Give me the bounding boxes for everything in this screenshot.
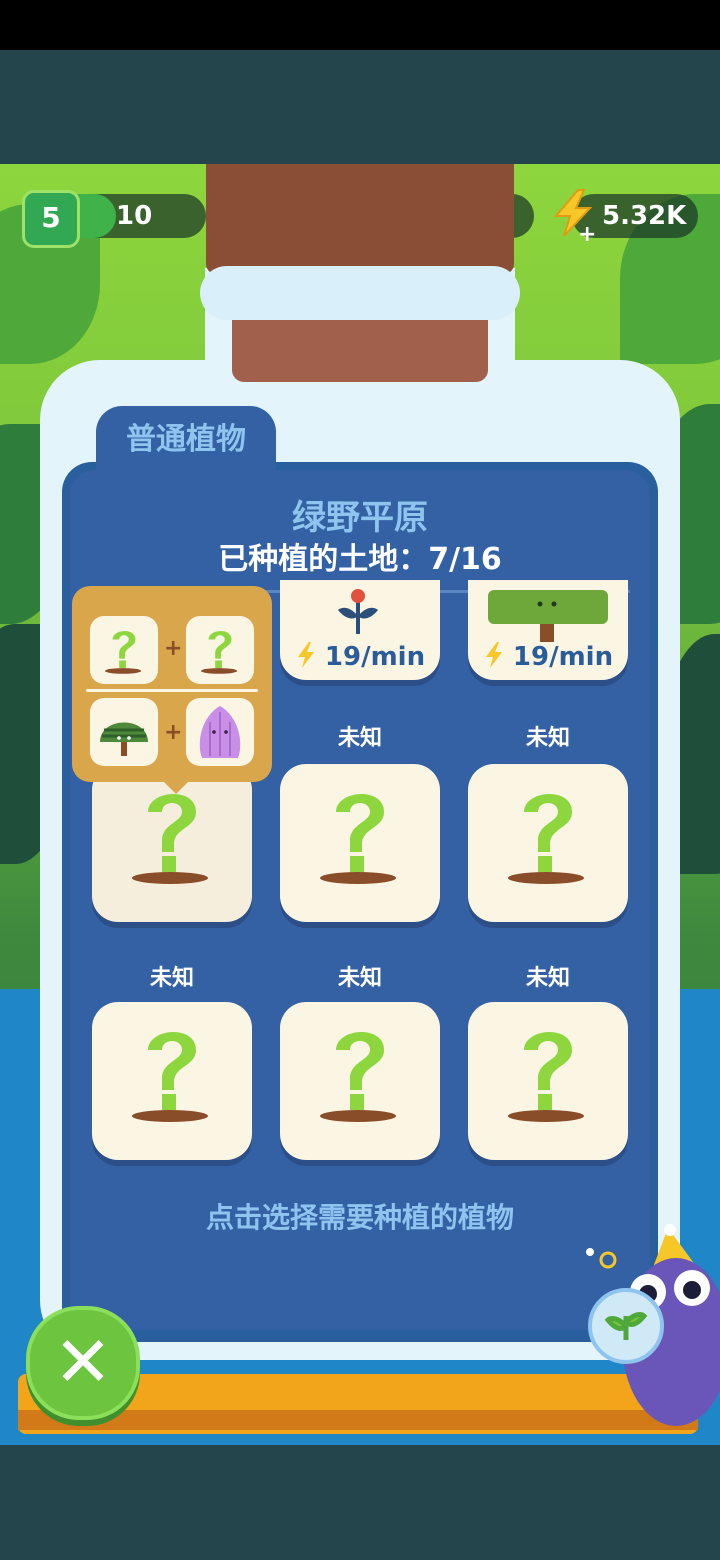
plant-name-label: 未知: [525, 966, 570, 991]
add-energy-icon[interactable]: +: [578, 224, 596, 246]
popup-divider: [86, 689, 258, 692]
planted-count: 已种植的土地：7/16: [218, 542, 502, 577]
plant-name-label: 未知: [149, 966, 194, 991]
bottom-background: [0, 1445, 720, 1560]
recipe-ingredient: [90, 698, 158, 766]
question-sprout-icon: [132, 1031, 208, 1122]
plant-card-unknown[interactable]: [280, 1002, 440, 1160]
tree-plant-icon: [488, 590, 608, 642]
close-button[interactable]: ✕: [26, 1306, 140, 1420]
tab-normal-plants[interactable]: 普通植物: [96, 406, 276, 476]
recipe-ingredient: [186, 616, 254, 684]
plant-card-unknown[interactable]: [468, 1002, 628, 1160]
question-sprout-icon: [104, 630, 142, 674]
production-rate: 19/min: [280, 641, 440, 672]
lightning-icon: [297, 642, 314, 668]
recipe-ingredient: [186, 698, 254, 766]
recipe-ingredient: [90, 616, 158, 684]
mascot-character: [586, 1224, 720, 1426]
plant-card[interactable]: 19/min: [468, 580, 628, 680]
jar-rim: [200, 266, 520, 320]
plant-card[interactable]: 19/min: [280, 580, 440, 680]
question-sprout-icon: [320, 793, 396, 884]
question-sprout-icon: [508, 1031, 584, 1122]
plus-icon: +: [164, 720, 183, 745]
close-icon: ✕: [53, 1321, 113, 1403]
level-badge-icon[interactable]: 5: [22, 190, 80, 248]
popup-pointer: [162, 780, 190, 794]
energy-value: 5.32K: [602, 201, 687, 231]
status-bar: [0, 0, 720, 50]
lightning-icon: [485, 642, 502, 668]
plant-name-label: 未知: [525, 726, 570, 751]
plant-card-unknown[interactable]: [92, 1002, 252, 1160]
question-sprout-icon: [132, 793, 208, 884]
production-rate: 19/min: [468, 641, 628, 672]
plant-name-label: 未知: [337, 726, 382, 751]
flower-plant-icon: [338, 589, 378, 634]
xp-value: 10: [116, 201, 153, 231]
plant-card-unknown[interactable]: [468, 764, 628, 922]
question-sprout-icon: [200, 630, 238, 674]
plant-name-label: 未知: [337, 966, 382, 991]
purple-plant-icon: [199, 706, 241, 758]
top-background: [0, 50, 720, 164]
bush-plant-icon: [100, 722, 148, 756]
instruction-text: 点击选择需要种植的植物: [205, 1201, 514, 1234]
cork: [206, 164, 514, 274]
plus-icon: +: [164, 636, 183, 661]
plant-card-unknown[interactable]: [280, 764, 440, 922]
question-sprout-icon: [320, 1031, 396, 1122]
zone-title: 绿野平原: [292, 498, 428, 538]
game-screen: 10 5 25 + 44 + 5.32K + 普通植物 绿野平原 已种植的土地：…: [0, 0, 720, 1560]
question-sprout-icon: [508, 793, 584, 884]
